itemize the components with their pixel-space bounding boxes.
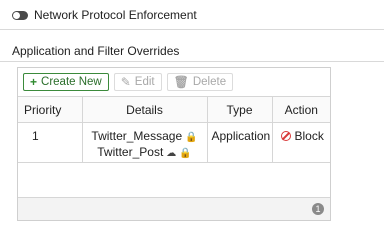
delete-label: Delete bbox=[192, 76, 227, 88]
row-type: Application bbox=[207, 122, 273, 163]
row-count-badge: 1 bbox=[312, 203, 324, 215]
divider bbox=[0, 61, 384, 62]
overrides-table: Priority Details Type Action 1 Twitter_M… bbox=[18, 96, 330, 163]
row-details: Twitter_Message 🔒 Twitter_Post ☁ 🔒 bbox=[82, 122, 208, 163]
row-action: Block bbox=[272, 123, 330, 163]
edit-icon: ✎ bbox=[120, 75, 131, 89]
create-new-button[interactable]: + Create New bbox=[23, 73, 109, 91]
table-header-row: Priority Details Type Action bbox=[18, 96, 330, 123]
detail-name: Twitter_Post bbox=[97, 145, 164, 159]
divider bbox=[0, 29, 384, 30]
cloud-icon: ☁ bbox=[166, 148, 177, 159]
action-label: Block bbox=[294, 129, 324, 143]
row-priority: 1 bbox=[18, 122, 83, 163]
toggle-label: Network Protocol Enforcement bbox=[34, 8, 197, 22]
detail-name: Twitter_Message bbox=[91, 129, 183, 143]
detail-item: Twitter_Post ☁ 🔒 bbox=[84, 145, 206, 161]
column-header-priority[interactable]: Priority bbox=[18, 96, 83, 123]
edit-button[interactable]: ✎ Edit bbox=[113, 73, 162, 91]
block-icon bbox=[280, 131, 291, 141]
trash-icon: 🗑 bbox=[173, 75, 189, 89]
toggle-switch[interactable] bbox=[12, 10, 28, 20]
plus-icon: + bbox=[30, 75, 38, 89]
edit-label: Edit bbox=[134, 76, 155, 88]
column-header-action[interactable]: Action bbox=[272, 97, 330, 123]
overrides-panel: + Create New ✎ Edit 🗑 Delete Priority De… bbox=[17, 67, 331, 221]
delete-button[interactable]: 🗑 Delete bbox=[166, 73, 234, 91]
table-footer: 1 bbox=[18, 197, 330, 220]
section-title: Application and Filter Overrides bbox=[12, 44, 180, 58]
create-new-label: Create New bbox=[41, 76, 102, 88]
lock-icon: 🔒 bbox=[179, 148, 192, 159]
table-row[interactable]: 1 Twitter_Message 🔒 Twitter_Post ☁ 🔒 Applic… bbox=[18, 122, 330, 163]
toolbar: + Create New ✎ Edit 🗑 Delete bbox=[18, 68, 330, 96]
detail-item: Twitter_Message 🔒 bbox=[84, 129, 206, 145]
network-protocol-toggle-row[interactable]: Network Protocol Enforcement bbox=[12, 6, 197, 24]
column-header-type[interactable]: Type bbox=[207, 96, 273, 123]
lock-icon: 🔒 bbox=[185, 132, 198, 143]
column-header-details[interactable]: Details bbox=[82, 96, 208, 123]
